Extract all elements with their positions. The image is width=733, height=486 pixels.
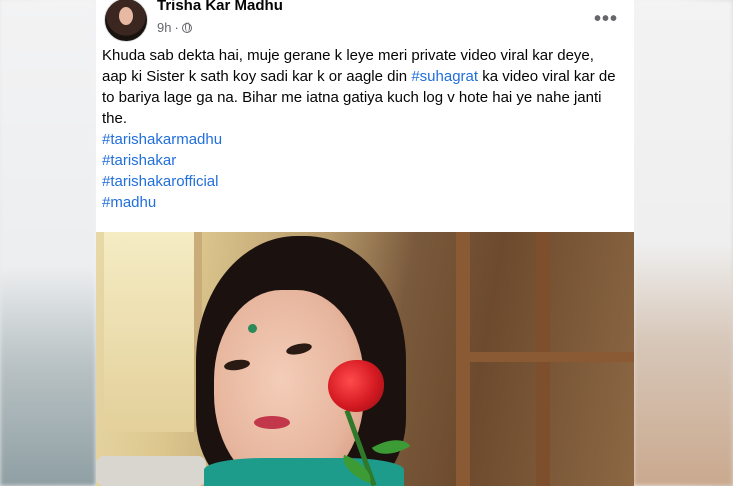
hashtag-link[interactable]: #tarishakar bbox=[102, 152, 176, 169]
globe-icon bbox=[181, 22, 192, 33]
background-right-blur bbox=[633, 0, 733, 486]
post-timestamp[interactable]: 9h bbox=[157, 20, 171, 35]
hashtag-link[interactable]: #madhu bbox=[102, 194, 156, 211]
meta-separator: · bbox=[174, 20, 179, 35]
facebook-post: Trisha Kar Madhu 9h · ••• Khuda sab dekt… bbox=[96, 0, 634, 486]
photo-window bbox=[104, 232, 202, 432]
more-options-icon[interactable]: ••• bbox=[594, 8, 618, 31]
avatar-face bbox=[119, 7, 133, 25]
author-name[interactable]: Trisha Kar Madhu bbox=[157, 0, 283, 14]
post-meta: 9h · bbox=[157, 20, 192, 35]
photo-bindi bbox=[248, 324, 257, 333]
hashtag-link[interactable]: #tarishakarmadhu bbox=[102, 131, 222, 148]
post-header: Trisha Kar Madhu 9h · ••• bbox=[96, 0, 634, 44]
photo-cushion bbox=[96, 456, 206, 486]
hashtag-link[interactable]: #tarishakarofficial bbox=[102, 173, 218, 190]
photo-lips bbox=[254, 416, 290, 429]
inline-hashtag-link[interactable]: #suhagrat bbox=[411, 68, 478, 85]
photo-wood-panel bbox=[456, 352, 634, 362]
author-avatar[interactable] bbox=[104, 0, 148, 42]
photo-rose bbox=[328, 360, 384, 412]
background-left-blur bbox=[0, 0, 96, 486]
post-body: Khuda sab dekta hai, muje gerane k leye … bbox=[102, 45, 622, 213]
post-photo[interactable] bbox=[96, 232, 634, 486]
